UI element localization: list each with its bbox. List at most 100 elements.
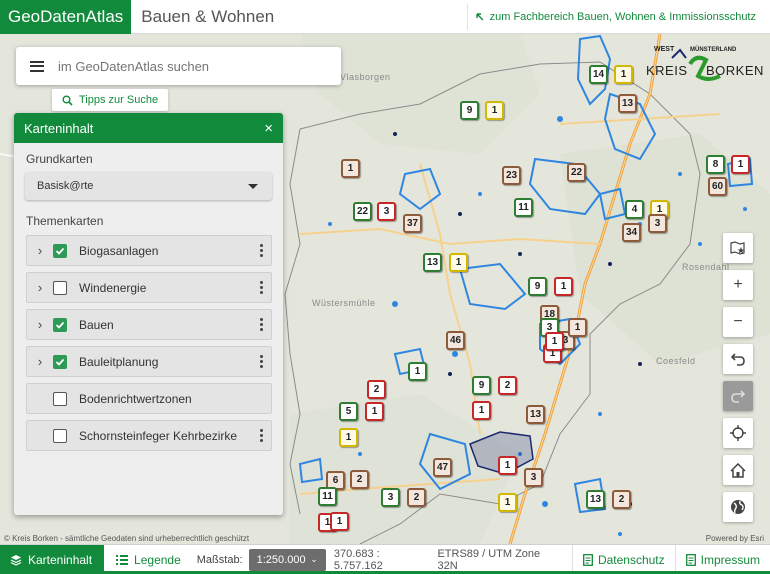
basemap-globe-button[interactable] — [723, 492, 753, 522]
undo-button[interactable] — [723, 344, 753, 374]
srs-label: ETRS89 / UTM Zone 32N — [437, 547, 541, 572]
map-marker[interactable]: 2 — [612, 490, 631, 509]
map-marker[interactable]: 5 — [339, 402, 358, 421]
map-marker[interactable]: 11 — [318, 487, 337, 506]
chevron-right-icon[interactable]: › — [27, 317, 53, 332]
map-marker[interactable]: 1 — [449, 253, 468, 272]
layer-checkbox[interactable] — [53, 354, 67, 369]
map-marker[interactable]: 1 — [731, 155, 750, 174]
layer-checkbox[interactable] — [53, 391, 67, 406]
map-marker[interactable]: 60 — [708, 177, 727, 196]
esri-attribution[interactable]: Powered by Esri — [706, 534, 764, 543]
map-marker[interactable]: 2 — [407, 488, 426, 507]
map-marker[interactable]: 46 — [446, 331, 465, 350]
layer-item-bodenrichtwertzonen[interactable]: Bodenrichtwertzonen — [26, 383, 272, 414]
map-marker[interactable]: 1 — [554, 277, 573, 296]
search-tips-button[interactable]: Tipps zur Suche — [52, 89, 169, 111]
map-marker[interactable]: 13 — [586, 490, 605, 509]
map-marker[interactable]: 2 — [367, 380, 386, 399]
map-marker[interactable]: 34 — [622, 223, 641, 242]
layer-item-biogasanlagen[interactable]: › Biogasanlagen — [26, 235, 272, 266]
close-icon[interactable]: × — [264, 121, 273, 136]
layer-checkbox[interactable] — [53, 280, 67, 295]
scale-select[interactable]: 1:250.000 ⌄ — [248, 548, 326, 571]
footer-karteninhalt-button[interactable]: Karteninhalt — [0, 544, 105, 574]
basemap-select[interactable]: Basisk@rte — [25, 172, 272, 200]
map-marker[interactable]: 1 — [485, 101, 504, 120]
map-marker[interactable]: 2 — [350, 470, 369, 489]
arrow-link-icon — [475, 13, 484, 21]
home-button[interactable] — [723, 455, 753, 485]
search-tips-label: Tipps zur Suche — [79, 94, 159, 106]
layer-checkbox[interactable] — [53, 428, 67, 443]
layer-item-windenergie[interactable]: › Windenergie — [26, 272, 272, 303]
layer-item-bauen[interactable]: › Bauen — [26, 309, 272, 340]
app-subtitle: Bauen & Wohnen — [141, 6, 275, 26]
app-brand[interactable]: GeoDatenAtlas — [0, 0, 132, 34]
map-marker[interactable]: 1 — [498, 493, 517, 512]
more-options-icon[interactable] — [259, 244, 263, 257]
layer-checkbox[interactable] — [53, 243, 67, 258]
layer-item-bauleitplanung[interactable]: › Bauleitplanung — [26, 346, 272, 377]
map-marker[interactable]: 13 — [526, 405, 545, 424]
map-marker[interactable]: 1 — [365, 402, 384, 421]
map-marker[interactable]: 22 — [353, 202, 372, 221]
logo-kreis: KREIS — [646, 63, 688, 78]
map-marker[interactable]: 1 — [545, 332, 564, 351]
map-marker[interactable]: 9 — [528, 277, 547, 296]
chevron-right-icon[interactable]: › — [27, 243, 53, 258]
map-marker[interactable]: 1 — [472, 401, 491, 420]
redo-button[interactable] — [723, 381, 753, 411]
map-marker[interactable]: 3 — [524, 468, 543, 487]
map-marker[interactable]: 1 — [568, 318, 587, 337]
map-marker[interactable]: 3 — [381, 488, 400, 507]
more-options-icon[interactable] — [259, 355, 263, 368]
layer-item-schornsteinfeger[interactable]: Schornsteinfeger Kehrbezirke — [26, 420, 272, 451]
undo-icon — [731, 353, 745, 366]
datenschutz-link[interactable]: Datenschutz — [571, 544, 675, 574]
map-marker[interactable]: 2 — [498, 376, 517, 395]
minus-icon: − — [733, 313, 743, 330]
map-marker[interactable]: 9 — [472, 376, 491, 395]
layer-checkbox[interactable] — [53, 317, 67, 332]
map-marker[interactable]: 47 — [433, 458, 452, 477]
more-options-icon[interactable] — [259, 281, 263, 294]
map-marker[interactable]: 4 — [625, 200, 644, 219]
map-marker[interactable]: 1 — [408, 362, 427, 381]
chevron-right-icon[interactable]: › — [27, 280, 53, 295]
zoom-in-button[interactable]: + — [723, 270, 753, 300]
scale-value: 1:250.000 — [256, 553, 306, 566]
map-marker[interactable]: 22 — [567, 163, 586, 182]
map-marker[interactable]: 9 — [460, 101, 479, 120]
map-marker[interactable]: 1 — [339, 428, 358, 447]
impressum-label: Impressum — [700, 552, 760, 567]
map-marker[interactable]: 14 — [589, 65, 608, 84]
map-marker[interactable]: 1 — [341, 159, 360, 178]
chevron-right-icon[interactable]: › — [27, 354, 53, 369]
map-marker[interactable]: 23 — [502, 166, 521, 185]
map-marker[interactable]: 1 — [330, 512, 349, 531]
bookmark-map-button[interactable] — [723, 233, 753, 263]
map-marker[interactable]: 13 — [618, 94, 637, 113]
fachbereich-link[interactable]: zum Fachbereich Bauen, Wohnen & Immissio… — [466, 4, 764, 30]
footer-legende-button[interactable]: Legende — [104, 553, 193, 567]
locate-button[interactable] — [723, 418, 753, 448]
menu-icon[interactable] — [30, 60, 44, 72]
impressum-link[interactable]: Impressum — [674, 544, 770, 574]
map-marker[interactable]: 13 — [423, 253, 442, 272]
more-options-icon[interactable] — [259, 318, 263, 331]
map-marker[interactable]: 8 — [706, 155, 725, 174]
zoom-out-button[interactable]: − — [723, 307, 753, 337]
map-marker[interactable]: 3 — [377, 202, 396, 221]
town-label: Coesfeld — [656, 356, 696, 366]
more-options-icon[interactable] — [259, 429, 263, 442]
map-marker[interactable]: 1 — [614, 65, 633, 84]
map-marker[interactable]: 3 — [648, 214, 667, 233]
copyright-attribution[interactable]: © Kreis Borken - sämtliche Geodaten sind… — [4, 534, 249, 543]
search-input[interactable] — [58, 58, 318, 74]
map-marker[interactable]: 11 — [514, 198, 533, 217]
map-marker[interactable]: 37 — [403, 214, 422, 233]
map-marker[interactable]: 1 — [498, 456, 517, 475]
karteninhalt-panel: Karteninhalt × Grundkarten Basisk@rte Th… — [14, 113, 283, 515]
kreis-borken-logo: WEST MÜNSTERLAND KREIS BORKEN — [646, 46, 763, 88]
